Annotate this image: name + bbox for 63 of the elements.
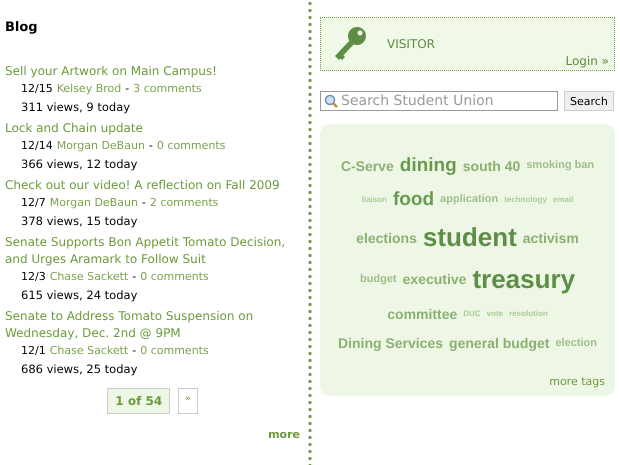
search-icon (324, 94, 338, 108)
tag-link[interactable]: resolution (509, 310, 548, 319)
tag-link[interactable]: general budget (449, 336, 550, 351)
post-date: 12/14 (21, 138, 53, 154)
view-count: 686 views, 25 today (21, 361, 138, 378)
tag-link[interactable]: technology (504, 196, 547, 204)
tag-link[interactable]: executive (402, 272, 466, 287)
comments-link[interactable]: 3 comments (133, 80, 202, 98)
view-count: 366 views, 12 today (21, 156, 138, 173)
comments-link[interactable]: 0 comments (156, 137, 226, 155)
comments-link[interactable]: 2 comments (150, 194, 218, 212)
page-indicator: 1 of 54 (107, 388, 170, 414)
separator: - (132, 343, 136, 359)
next-page-link[interactable]: » (178, 388, 198, 414)
login-link[interactable]: Login » (565, 54, 609, 68)
author-link[interactable]: Chase Sackett (50, 342, 128, 360)
tag-link[interactable]: elections (356, 230, 417, 246)
tag-link[interactable]: Dining Services (338, 336, 444, 351)
more-tags-link[interactable]: more tags (549, 375, 605, 388)
view-count: 615 views, 24 today (21, 287, 138, 304)
tag-link[interactable]: dining (400, 156, 457, 176)
post-title-link[interactable]: Senate Supports Bon Appetit Tomato Decision, and Urges Aramark to Follow Suit (5, 234, 300, 268)
tag-link[interactable]: treasury (472, 266, 576, 294)
tag-link[interactable]: DUC (463, 310, 481, 319)
post-title-link[interactable]: Sell your Artwork on Main Campus! (5, 63, 217, 80)
tag-link[interactable]: activism (522, 230, 579, 246)
comments-link[interactable]: 0 comments (140, 268, 209, 286)
tag-link[interactable]: smoking ban (526, 160, 594, 172)
tag-link[interactable]: liaison (362, 196, 387, 204)
author-link[interactable]: Chase Sackett (50, 268, 128, 286)
post-title-link[interactable]: Check out our video! A reflection on Fall 2009 (5, 177, 280, 194)
separator: - (125, 81, 130, 97)
tag-link[interactable]: application (440, 194, 498, 206)
comments-link[interactable]: 0 comments (140, 342, 209, 360)
author-link[interactable]: Morgan DeBaun (56, 137, 145, 155)
post-date: 12/15 (21, 81, 53, 97)
post-title-link[interactable]: Senate to Address Tomato Suspension on Wednesday, Dec. 2nd @ 9PM (5, 308, 300, 342)
separator: - (142, 195, 146, 211)
search-button[interactable]: Search (564, 91, 614, 111)
tag-link[interactable]: student (422, 224, 517, 252)
key-icon (333, 26, 367, 62)
view-count: 311 views, 9 today (21, 99, 130, 116)
view-count: 378 views, 15 today (21, 213, 138, 230)
tag-link[interactable]: food (392, 190, 434, 210)
section-title: Blog (5, 20, 38, 35)
search-field[interactable]: Search Student Union (320, 91, 558, 111)
tag-link[interactable]: committee (387, 307, 458, 322)
tag-link[interactable]: south 40 (462, 158, 520, 174)
tag-link[interactable]: email (552, 196, 574, 204)
tag-link[interactable]: C-Serve (340, 158, 394, 174)
author-link[interactable]: Morgan DeBaun (50, 194, 138, 212)
tag-link[interactable]: budget (360, 274, 397, 286)
post-date: 12/3 (21, 269, 46, 285)
tag-link[interactable]: vote (486, 310, 504, 319)
separator: - (132, 269, 136, 285)
post-date: 12/7 (21, 195, 46, 211)
post-date: 12/1 (21, 343, 46, 359)
author-link[interactable]: Kelsey Brod (56, 80, 122, 98)
user-role: VISITOR (387, 37, 436, 51)
tag-link[interactable]: election (555, 338, 597, 350)
post-title-link[interactable]: Lock and Chain update (5, 120, 143, 137)
separator: - (148, 138, 153, 154)
more-link[interactable]: more (268, 428, 300, 441)
